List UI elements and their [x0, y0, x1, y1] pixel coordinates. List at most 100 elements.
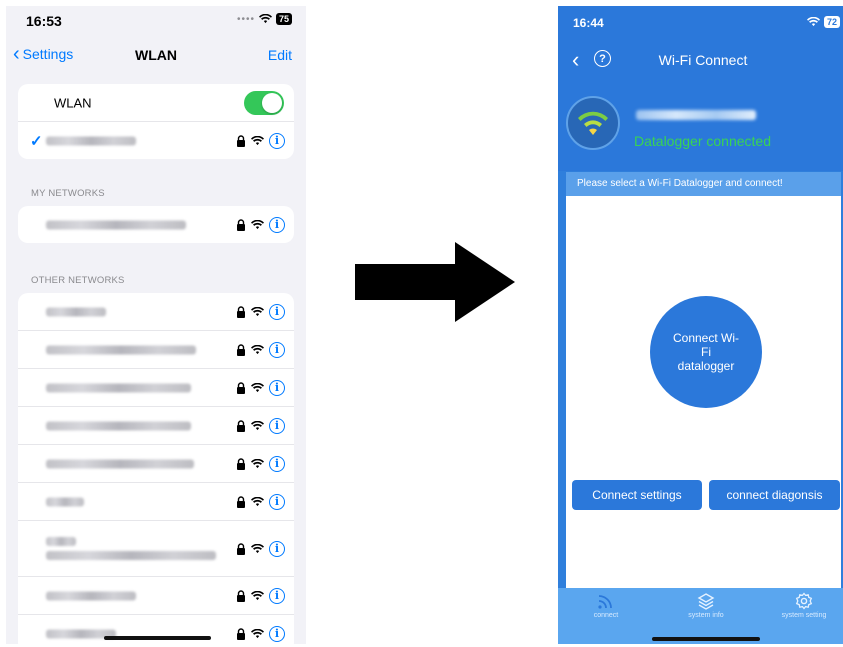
lock-icon	[237, 542, 245, 555]
lock-icon	[237, 589, 245, 602]
info-icon[interactable]: i	[269, 216, 285, 233]
info-icon[interactable]: i	[269, 540, 285, 557]
network-row[interactable]: i	[18, 206, 294, 243]
other-networks-group: i i i i i i i i i	[18, 293, 294, 644]
connection-status: Datalogger connected	[634, 133, 771, 149]
connected-network-row[interactable]: ✓ i	[18, 122, 294, 159]
signal-dots-icon: ••••	[236, 13, 255, 25]
wifi-status-icon	[806, 17, 820, 27]
info-icon[interactable]: i	[269, 341, 285, 358]
my-networks-group: i	[18, 206, 294, 243]
network-row[interactable]: i	[18, 577, 294, 615]
network-icons: i	[236, 540, 285, 557]
redacted-network-name	[46, 551, 216, 560]
lock-icon	[237, 343, 245, 356]
ios-wlan-settings-screen: 16:53 •••• 75 ‹ Settings WLAN Edit WLAN …	[6, 6, 306, 644]
network-icons: i	[236, 493, 285, 510]
wifi-connect-app-screen: 16:44 72 ‹ ? Wi-Fi Connect Datalogger co…	[558, 6, 843, 644]
page-title: WLAN	[135, 47, 177, 63]
network-icons: i	[236, 303, 285, 320]
status-bar: 16:53 •••• 75	[6, 6, 306, 36]
right-arrow-icon	[355, 242, 515, 322]
redacted-network-name	[46, 459, 194, 468]
wifi-waves-icon	[598, 595, 612, 609]
info-icon[interactable]: i	[269, 379, 285, 396]
tab-connect[interactable]: connect	[566, 592, 646, 619]
home-indicator[interactable]	[652, 637, 760, 641]
edit-button[interactable]: Edit	[268, 47, 292, 63]
tab-label: system info	[688, 612, 724, 619]
status-time: 16:53	[26, 13, 62, 29]
redacted-network-name	[46, 497, 84, 506]
status-icons: •••• 75	[237, 13, 292, 25]
info-icon[interactable]: i	[269, 303, 285, 320]
network-icons: i	[236, 216, 285, 233]
info-icon[interactable]: i	[269, 493, 285, 510]
wifi-icon	[251, 420, 264, 430]
redacted-network-name	[46, 345, 196, 354]
nav-bar: ‹ ? Wi-Fi Connect	[558, 47, 843, 72]
status-icons: 72	[806, 16, 840, 28]
tab-system-setting[interactable]: system setting	[764, 592, 843, 619]
network-row[interactable]: i	[18, 521, 294, 577]
battery-icon: 72	[823, 16, 840, 28]
redacted-network-name	[46, 383, 191, 392]
wifi-icon	[251, 543, 264, 553]
info-icon[interactable]: i	[269, 417, 285, 434]
lock-icon	[237, 305, 245, 318]
redacted-network-name	[46, 591, 136, 600]
wlan-toggle[interactable]	[244, 90, 284, 115]
lock-icon	[237, 419, 245, 432]
connect-diagnosis-button[interactable]: connect diagonsis	[709, 480, 840, 510]
connect-datalogger-label: Connect Wi-Fi datalogger	[672, 331, 740, 373]
bottom-tab-bar: connect system info system setting	[558, 588, 843, 644]
nav-bar: ‹ Settings WLAN Edit	[6, 42, 306, 72]
datalogger-wifi-icon	[566, 96, 620, 150]
wlan-label: WLAN	[54, 95, 92, 110]
network-row[interactable]: i	[18, 483, 294, 521]
network-row[interactable]: i	[18, 369, 294, 407]
network-row[interactable]: i	[18, 331, 294, 369]
redacted-network-name	[46, 421, 191, 430]
wifi-icon	[251, 306, 264, 316]
app-header: 16:44 72 ‹ ? Wi-Fi Connect Datalogger co…	[558, 6, 843, 171]
toggle-knob	[262, 92, 282, 113]
network-row[interactable]: i	[18, 293, 294, 331]
connect-settings-button[interactable]: Connect settings	[572, 480, 702, 510]
network-row[interactable]: i	[18, 445, 294, 483]
network-icons: i	[236, 379, 285, 396]
network-icons: i	[236, 132, 285, 149]
page-title: Wi-Fi Connect	[658, 52, 748, 68]
info-icon[interactable]: i	[269, 587, 285, 604]
info-icon[interactable]: i	[269, 132, 285, 149]
info-icon[interactable]: i	[269, 455, 285, 472]
wifi-icon	[251, 628, 264, 638]
redacted-network-name	[46, 307, 106, 316]
wifi-icon	[251, 590, 264, 600]
network-icons: i	[236, 455, 285, 472]
wifi-icon	[251, 382, 264, 392]
wifi-icon	[251, 219, 264, 229]
wlan-group: WLAN ✓ i	[18, 84, 294, 159]
redacted-network-name	[46, 537, 76, 546]
lock-icon	[237, 134, 245, 147]
network-row[interactable]: i	[18, 407, 294, 445]
gear-icon	[795, 592, 813, 610]
connect-datalogger-button[interactable]: Connect Wi-Fi datalogger	[650, 296, 762, 408]
network-icons: i	[236, 341, 285, 358]
wifi-icon	[251, 458, 264, 468]
network-icons: i	[236, 625, 285, 642]
wlan-toggle-row: WLAN	[18, 84, 294, 122]
main-card: Connect Wi-Fi datalogger Connect setting…	[566, 196, 841, 588]
lock-icon	[237, 381, 245, 394]
redacted-network-name	[46, 136, 136, 145]
lock-icon	[237, 218, 245, 231]
wifi-signal-icon	[578, 111, 608, 135]
tab-system-info[interactable]: system info	[666, 592, 746, 619]
wifi-icon	[251, 135, 264, 145]
network-icons: i	[236, 417, 285, 434]
lock-icon	[237, 457, 245, 470]
layers-icon	[697, 593, 715, 610]
home-indicator[interactable]	[104, 636, 211, 640]
info-icon[interactable]: i	[269, 625, 285, 642]
